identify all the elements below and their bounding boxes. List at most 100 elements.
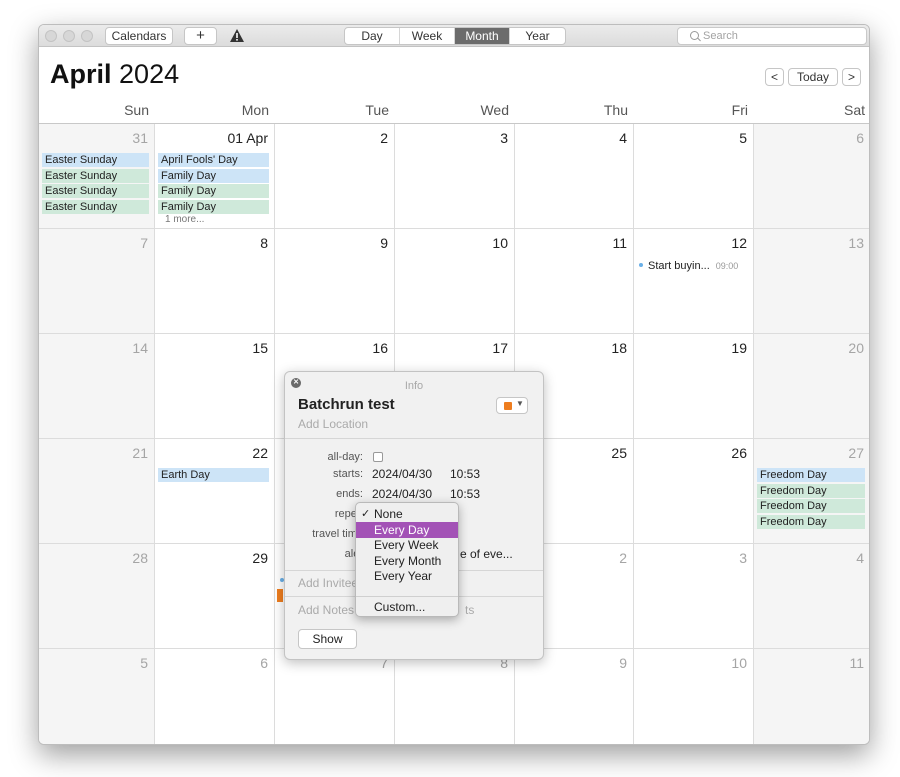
- next-month-button[interactable]: >: [842, 68, 861, 86]
- day-cell[interactable]: 13: [754, 229, 869, 334]
- day-cell[interactable]: 6: [155, 649, 275, 744]
- menu-item-label: Every Day: [374, 522, 430, 537]
- day-number: 9: [619, 655, 627, 671]
- alert-icon[interactable]: [222, 27, 252, 45]
- day-number: 25: [611, 445, 627, 461]
- day-number: 2: [380, 130, 388, 146]
- day-cell[interactable]: 12 Start buyin... 09:00: [634, 229, 754, 334]
- minimize-window-button[interactable]: [63, 30, 75, 42]
- view-tab-year[interactable]: Year: [510, 28, 565, 44]
- day-cell[interactable]: 8: [155, 229, 275, 334]
- event-title[interactable]: Batchrun test: [298, 396, 395, 413]
- repeat-option-every-week[interactable]: Every Week: [356, 537, 458, 553]
- day-cell[interactable]: 11: [515, 229, 634, 334]
- event-marker[interactable]: [277, 589, 283, 602]
- calendars-button[interactable]: Calendars: [105, 27, 173, 45]
- day-cell[interactable]: 2: [275, 124, 395, 229]
- day-cell[interactable]: 20: [754, 334, 869, 439]
- menu-separator: [356, 596, 458, 597]
- repeat-option-custom[interactable]: Custom...: [356, 599, 458, 615]
- weekday-thu: Thu: [603, 102, 628, 118]
- weekday-sun: Sun: [124, 102, 149, 118]
- day-cell[interactable]: 4: [754, 544, 869, 649]
- day-cell[interactable]: 27 Freedom Day Freedom Day Freedom Day Freed…: [754, 439, 869, 544]
- ends-time[interactable]: 10:53: [450, 487, 480, 501]
- event-title: Start buyin...: [648, 260, 710, 272]
- zoom-window-button[interactable]: [81, 30, 93, 42]
- repeat-option-every-day[interactable]: Every Day: [356, 521, 458, 538]
- day-number: 5: [140, 655, 148, 671]
- view-tab-week[interactable]: Week: [400, 28, 455, 44]
- day-cell[interactable]: 9: [515, 649, 634, 744]
- day-cell[interactable]: 31 Easter Sunday Easter Sunday Easter Sunda…: [39, 124, 155, 229]
- repeat-option-every-year[interactable]: Every Year: [356, 568, 458, 584]
- location-field[interactable]: Add Location: [298, 417, 368, 431]
- travel-time-label: travel time: [312, 528, 363, 540]
- day-cell[interactable]: 28: [39, 544, 155, 649]
- all-day-event[interactable]: Family Day: [158, 199, 269, 214]
- day-cell[interactable]: 5: [39, 649, 155, 744]
- previous-month-button[interactable]: <: [765, 68, 784, 86]
- starts-time[interactable]: 10:53: [450, 467, 480, 481]
- alert-value[interactable]: e of eve...: [460, 547, 513, 561]
- repeat-option-every-month[interactable]: Every Month: [356, 553, 458, 569]
- all-day-event[interactable]: Earth Day: [158, 468, 269, 482]
- all-day-event[interactable]: April Fools' Day: [158, 153, 269, 167]
- search-field[interactable]: Search: [677, 27, 867, 45]
- day-cell[interactable]: 15: [155, 334, 275, 439]
- day-cell[interactable]: 14: [39, 334, 155, 439]
- day-cell[interactable]: 3: [634, 544, 754, 649]
- day-cell[interactable]: 7: [39, 229, 155, 334]
- month-title: April 2024: [50, 59, 179, 90]
- all-day-event[interactable]: Family Day: [158, 168, 269, 183]
- day-number: 15: [252, 340, 268, 356]
- timed-event[interactable]: Start buyin... 09:00: [639, 260, 738, 272]
- day-cell[interactable]: 10: [634, 649, 754, 744]
- menu-item-label: Every Month: [374, 553, 442, 568]
- day-cell[interactable]: 21: [39, 439, 155, 544]
- add-event-button[interactable]: +: [184, 27, 217, 45]
- repeat-dropdown-menu: ✓ None Every Day Every Week Every Month Every…: [355, 502, 459, 617]
- all-day-event[interactable]: Easter Sunday: [42, 153, 149, 167]
- add-notes-field[interactable]: Add Notes: [298, 603, 354, 617]
- day-cell[interactable]: 22 Earth Day: [155, 439, 275, 544]
- day-cell[interactable]: 10: [395, 229, 515, 334]
- all-day-event[interactable]: Freedom Day: [757, 514, 865, 529]
- starts-date[interactable]: 2024/04/30: [372, 467, 432, 481]
- more-events-link[interactable]: 1 more...: [165, 214, 204, 225]
- day-number: 20: [848, 340, 864, 356]
- day-cell[interactable]: 9: [275, 229, 395, 334]
- all-day-event[interactable]: Freedom Day: [757, 483, 865, 498]
- day-cell[interactable]: 3: [395, 124, 515, 229]
- all-day-event[interactable]: Freedom Day: [757, 499, 865, 513]
- repeat-option-none[interactable]: ✓ None: [356, 506, 458, 522]
- add-invitees-field[interactable]: Add Invitee: [298, 576, 358, 590]
- ends-date[interactable]: 2024/04/30: [372, 487, 432, 501]
- today-button[interactable]: Today: [788, 68, 838, 86]
- day-cell[interactable]: 01 Apr April Fools' Day Family Day Family D…: [155, 124, 275, 229]
- all-day-event[interactable]: Easter Sunday: [42, 184, 149, 198]
- day-cell[interactable]: 29: [155, 544, 275, 649]
- day-number: 17: [492, 340, 508, 356]
- day-number: 18: [611, 340, 627, 356]
- day-cell[interactable]: 8: [395, 649, 515, 744]
- day-cell[interactable]: 7: [275, 649, 395, 744]
- day-cell[interactable]: 11: [754, 649, 869, 744]
- all-day-event[interactable]: Easter Sunday: [42, 199, 149, 214]
- all-day-event[interactable]: Freedom Day: [757, 468, 865, 482]
- close-window-button[interactable]: [45, 30, 57, 42]
- allday-checkbox[interactable]: [373, 452, 383, 462]
- day-cell[interactable]: 19: [634, 334, 754, 439]
- day-cell[interactable]: 5: [634, 124, 754, 229]
- day-number: 10: [731, 655, 747, 671]
- day-cell[interactable]: 4: [515, 124, 634, 229]
- search-icon: [690, 31, 699, 40]
- all-day-event[interactable]: Easter Sunday: [42, 168, 149, 183]
- all-day-event[interactable]: Family Day: [158, 184, 269, 198]
- view-tab-day[interactable]: Day: [345, 28, 400, 44]
- view-tab-month[interactable]: Month: [455, 28, 510, 44]
- calendar-color-picker[interactable]: ▼: [496, 397, 528, 414]
- day-cell[interactable]: 6: [754, 124, 869, 229]
- day-cell[interactable]: 26: [634, 439, 754, 544]
- show-button[interactable]: Show: [298, 629, 357, 649]
